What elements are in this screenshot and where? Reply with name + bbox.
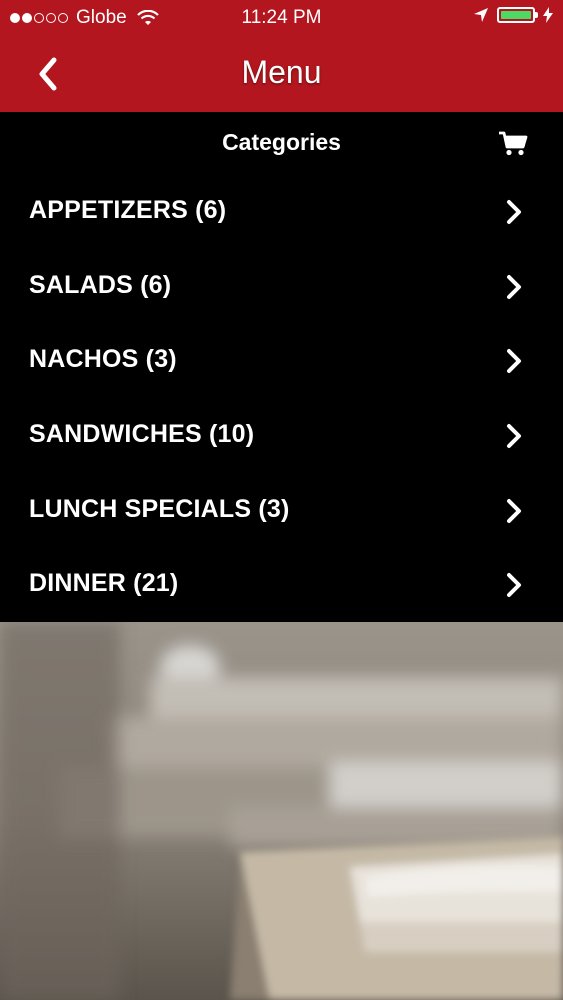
category-label: APPETIZERS (6) [29, 196, 227, 224]
cart-button[interactable] [498, 130, 528, 158]
status-bar-right [473, 7, 553, 23]
category-item-nachos[interactable]: NACHOS (3) [0, 323, 563, 398]
category-label: SALADS (6) [29, 270, 172, 299]
category-label: DINNER (21) [29, 569, 179, 598]
charging-bolt-icon [543, 7, 553, 23]
restaurant-table-image [0, 622, 563, 1000]
category-item-salads[interactable]: SALADS (6) [0, 249, 563, 324]
category-label: LUNCH SPECIALS (3) [29, 494, 290, 523]
cart-icon [499, 131, 528, 156]
categories-title: Categories [222, 129, 341, 155]
category-item-appetizers[interactable]: APPETIZERS (6) [0, 174, 563, 249]
category-label: NACHOS (3) [29, 345, 177, 374]
chevron-right-icon [507, 274, 521, 299]
category-item-sandwiches[interactable]: SANDWICHES (10) [0, 398, 563, 473]
page-title: Menu [241, 54, 322, 90]
chevron-right-icon [507, 498, 521, 523]
battery-level [501, 11, 531, 19]
battery-icon [497, 7, 538, 23]
chevron-right-icon [507, 573, 521, 598]
category-list: APPETIZERS (6) SALADS (6) NACHOS (3) SAN… [0, 174, 563, 623]
status-bar: Globe 11:24 PM [0, 0, 563, 38]
background-photo [0, 622, 563, 1000]
category-item-dinner[interactable]: DINNER (21) [0, 547, 563, 622]
category-label: SANDWICHES (10) [29, 420, 255, 449]
chevron-right-icon [507, 200, 521, 224]
navigation-bar: Menu [0, 38, 563, 112]
chevron-right-icon [507, 424, 521, 449]
location-arrow-icon [474, 8, 488, 22]
chevron-right-icon [507, 349, 521, 374]
category-item-lunch-specials[interactable]: LUNCH SPECIALS (3) [0, 473, 563, 548]
categories-header: Categories [0, 112, 563, 174]
